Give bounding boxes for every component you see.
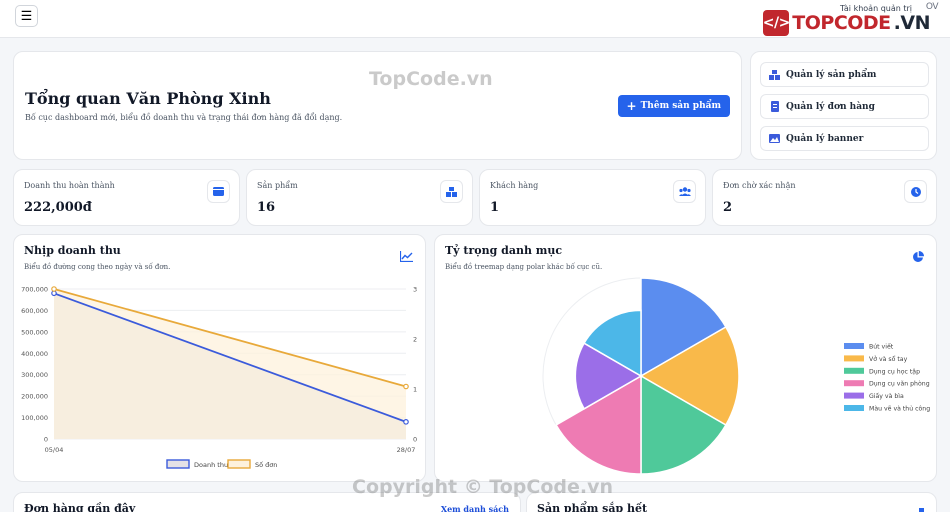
revenue-chart-panel: Nhịp doanh thu Biểu đồ đường cong theo n…: [13, 234, 426, 482]
y-left-tick-label: 0: [44, 436, 48, 444]
stat-value: 1: [490, 200, 500, 215]
legend-label: Doanh thu: [194, 461, 228, 469]
receipt-icon: [769, 101, 780, 112]
y-left-tick-label: 200,000: [21, 393, 48, 401]
top-bar: ☰ Tài khoản quản trị </> TOPCODE .VN OV: [0, 0, 950, 38]
legend-swatch: [166, 459, 190, 469]
pie-chart-icon: [912, 251, 924, 266]
y-left-tick-label: 100,000: [21, 414, 48, 422]
legend-swatch: [844, 380, 864, 387]
recent-orders-title: Đơn hàng gần đây: [24, 502, 136, 512]
stat-label: Doanh thu hoàn thành: [24, 181, 115, 190]
low-stock-card: Sản phẩm sắp hết: [526, 492, 937, 512]
legend-swatch: [844, 343, 864, 349]
stat-label: Sản phẩm: [257, 181, 298, 190]
menu-button[interactable]: ☰: [15, 5, 38, 27]
legend-swatch: [844, 355, 864, 362]
y-left-tick-label: 700,000: [21, 286, 48, 294]
y-right-tick-label: 3: [413, 286, 417, 294]
y-left-tick-label: 500,000: [21, 328, 48, 336]
y-left-tick-label: 400,000: [21, 350, 48, 358]
category-polar-chart: Bút viết Vở và sổ tay Dụng cụ học tập Dụng …: [542, 277, 930, 475]
legend-label: Giấy và bìa: [869, 392, 904, 400]
logo-mark-icon: </>: [763, 10, 790, 36]
stat-card-revenue: Doanh thu hoàn thành 222,000đ: [13, 169, 240, 226]
y-right-tick-label: 2: [413, 336, 417, 344]
legend-swatch: [844, 392, 864, 399]
page-title: Tổng quan Văn Phòng Xinh: [25, 89, 271, 108]
view-orders-link[interactable]: Xem danh sách: [441, 504, 509, 512]
legend-swatch: [844, 367, 864, 374]
users-icon: [673, 180, 696, 203]
add-product-button[interactable]: + Thêm sản phẩm: [617, 95, 730, 117]
y-left-tick-label: 300,000: [21, 371, 48, 379]
stat-label: Khách hàng: [490, 181, 539, 190]
stat-card-pending-orders: Đơn chờ xác nhận 2: [712, 169, 937, 226]
data-point: [51, 286, 57, 292]
category-chart-subtitle: Biểu đồ treemap dạng polar khác bố cục c…: [445, 263, 603, 271]
wallet-icon: [207, 180, 230, 203]
stat-value: 16: [257, 200, 276, 215]
revenue-chart-title: Nhịp doanh thu: [24, 244, 121, 257]
image-icon: [769, 133, 780, 144]
manage-banner-link[interactable]: Quản lý banner: [760, 126, 929, 151]
category-chart-panel: Tỷ trọng danh mục Biểu đồ treemap dạng p…: [434, 234, 937, 482]
stat-card-products: Sản phẩm 16: [246, 169, 473, 226]
boxes-icon: [916, 503, 927, 512]
y-left-tick-label: 600,000: [21, 307, 48, 315]
data-point: [403, 383, 409, 390]
revenue-chart-subtitle: Biểu đồ đường cong theo ngày và số đơn.: [24, 263, 171, 271]
data-point: [403, 419, 409, 425]
stat-card-customers: Khách hàng 1: [479, 169, 706, 226]
site-logo[interactable]: </> TOPCODE .VN OV: [763, 2, 939, 36]
legend-label: Bút viết: [869, 343, 894, 351]
stat-label: Đơn chờ xác nhận: [723, 181, 796, 190]
boxes-icon: [440, 180, 463, 203]
plus-icon: +: [626, 99, 637, 113]
stat-value: 222,000đ: [24, 200, 92, 215]
quick-links-card: Quản lý sản phẩm Quản lý đơn hàng Quản l…: [750, 51, 937, 160]
logo-text-main: TOPCODE: [792, 12, 891, 34]
clock-icon: [904, 180, 927, 203]
logo-badge: OV: [925, 2, 939, 12]
logo-text-domain: .VN: [893, 12, 931, 34]
legend-swatch: [227, 459, 251, 469]
manage-products-label: Quản lý sản phẩm: [786, 69, 877, 80]
overview-card: Tổng quan Văn Phòng Xinh Bố cục dashboar…: [13, 51, 742, 160]
boxes-icon: [769, 69, 780, 80]
legend-swatch: [844, 405, 864, 411]
manage-orders-link[interactable]: Quản lý đơn hàng: [760, 94, 929, 119]
legend-label: Dụng cụ học tập: [869, 367, 920, 375]
low-stock-title: Sản phẩm sắp hết: [537, 502, 648, 512]
category-chart-title: Tỷ trọng danh mục: [445, 244, 563, 257]
legend-label: Số đơn: [255, 461, 277, 469]
page-subtitle: Bố cục dashboard mới, biểu đồ doanh thu …: [25, 113, 343, 122]
legend-label: Dụng cụ văn phòng: [869, 380, 930, 388]
y-right-tick-label: 1: [413, 386, 417, 394]
legend-label: Vở và sổ tay: [869, 354, 908, 363]
series-area-1: [54, 289, 406, 439]
x-tick-label: 28/07: [397, 446, 416, 454]
manage-orders-label: Quản lý đơn hàng: [786, 101, 875, 112]
legend-label: Màu vẽ và thủ công: [869, 405, 930, 413]
revenue-line-chart: 0 100,000 200,000 300,000 400,000 500,000 600,…: [21, 286, 417, 470]
manage-banner-label: Quản lý banner: [786, 133, 864, 144]
recent-orders-card: Đơn hàng gần đây Xem danh sách: [13, 492, 521, 512]
add-product-label: Thêm sản phẩm: [640, 101, 721, 111]
stat-value: 2: [723, 200, 733, 215]
manage-products-link[interactable]: Quản lý sản phẩm: [760, 62, 929, 87]
x-tick-label: 05/04: [45, 446, 64, 454]
hamburger-icon: ☰: [20, 8, 33, 23]
line-chart-icon: [399, 251, 413, 265]
y-right-tick-label: 0: [413, 436, 417, 444]
